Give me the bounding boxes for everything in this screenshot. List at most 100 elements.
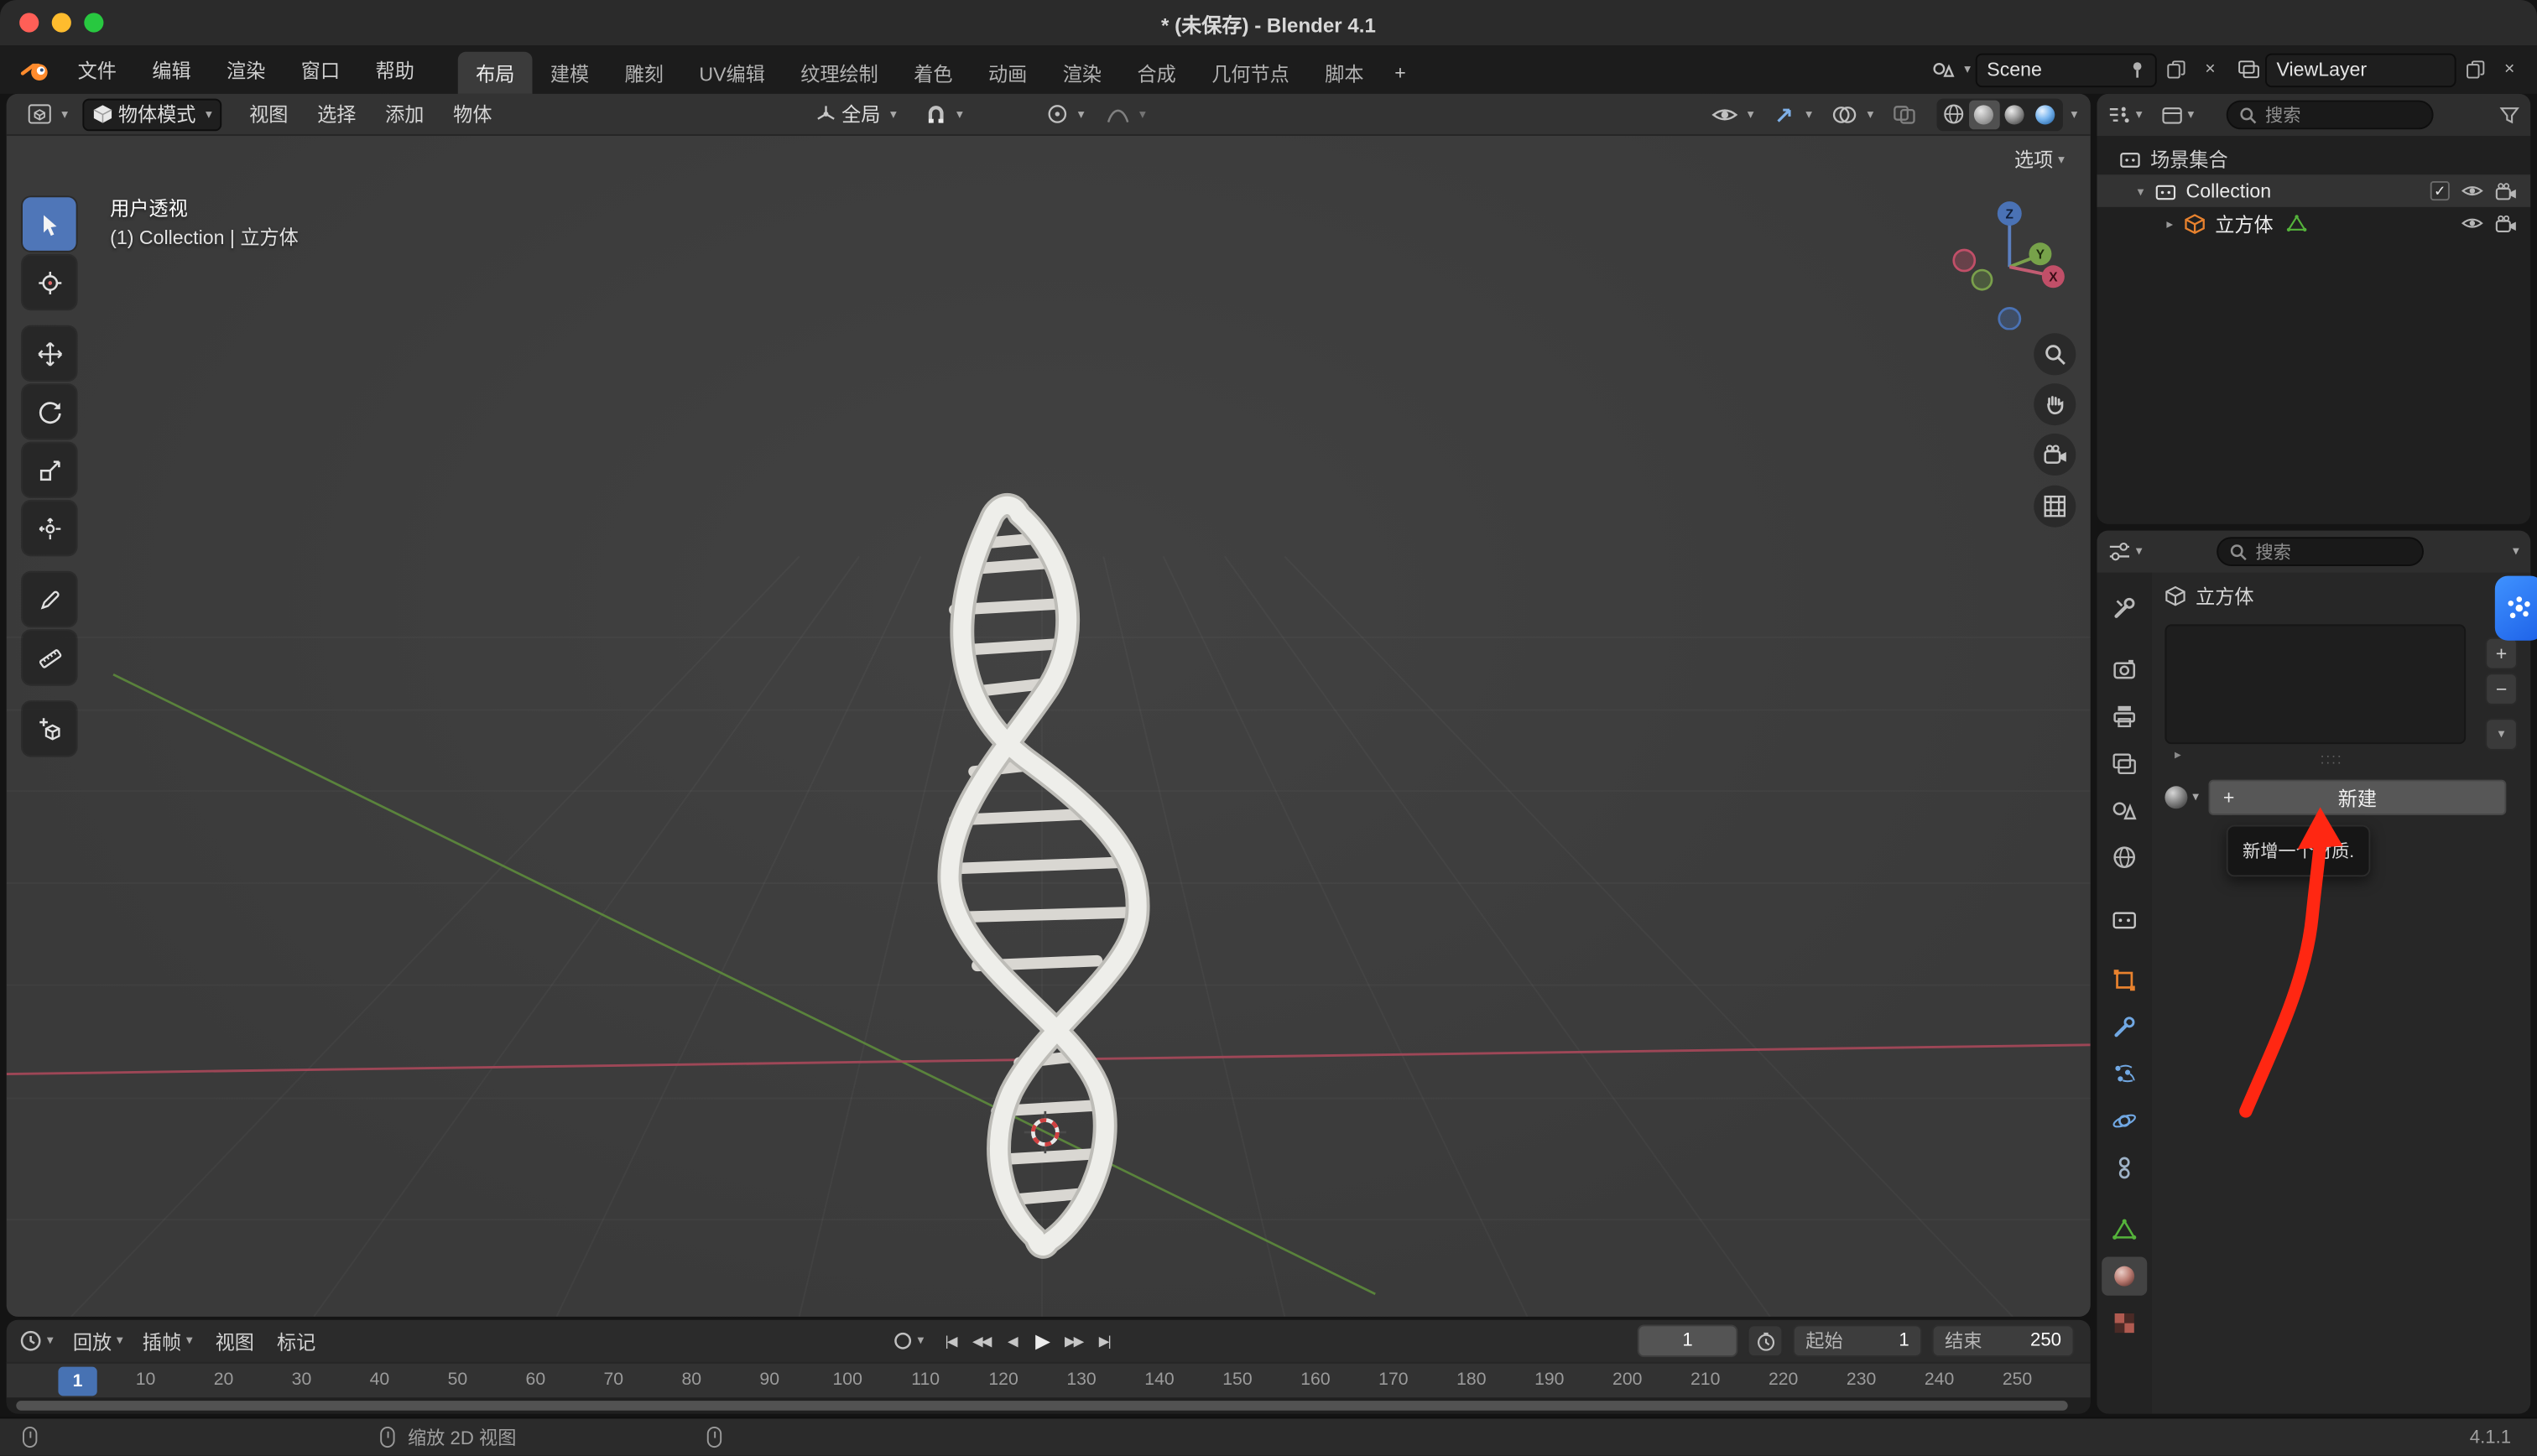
playback-menu[interactable]: 回放 bbox=[73, 1327, 123, 1355]
remove-slot-button[interactable]: − bbox=[2485, 673, 2518, 705]
material-slot-list[interactable] bbox=[2165, 624, 2466, 744]
shading-material-button[interactable] bbox=[2000, 100, 2031, 129]
tool-select-box[interactable] bbox=[23, 197, 76, 251]
axis-negz-ball[interactable] bbox=[1999, 308, 2020, 329]
shading-solid-button[interactable] bbox=[1969, 100, 2000, 129]
remove-viewlayer-button[interactable]: × bbox=[2495, 54, 2524, 86]
tab-output[interactable] bbox=[2102, 697, 2147, 736]
scene-name-field[interactable]: Scene bbox=[1976, 53, 2157, 86]
navigation-gizmo[interactable]: Z Y X bbox=[1948, 194, 2071, 330]
tool-cursor[interactable] bbox=[23, 256, 76, 309]
tool-scale[interactable] bbox=[23, 443, 76, 497]
menu-object[interactable]: 物体 bbox=[439, 101, 507, 128]
tool-annotate[interactable] bbox=[23, 573, 76, 627]
tab-object[interactable] bbox=[2102, 961, 2147, 1000]
new-material-button[interactable]: + 新建 bbox=[2209, 780, 2507, 815]
properties-options-chevron[interactable] bbox=[2513, 545, 2519, 558]
viewlayer-icon[interactable] bbox=[2237, 60, 2260, 79]
proportional-edit-dropdown[interactable] bbox=[1039, 98, 1092, 131]
tab-physics[interactable] bbox=[2102, 1101, 2147, 1140]
snap-dropdown[interactable] bbox=[918, 98, 972, 131]
add-slot-button[interactable]: + bbox=[2485, 637, 2518, 670]
tab-tool[interactable] bbox=[2102, 589, 2147, 627]
workspace-tab-9[interactable]: 几何节点 bbox=[1194, 52, 1307, 94]
xray-toggle[interactable] bbox=[1885, 98, 1924, 131]
keying-menu[interactable]: 插帧 bbox=[143, 1327, 193, 1355]
unlink-scene-button[interactable]: × bbox=[2196, 54, 2225, 86]
menu-view[interactable]: 视图 bbox=[235, 101, 303, 128]
tab-particles[interactable] bbox=[2102, 1054, 2147, 1093]
menu-help[interactable]: 帮助 bbox=[357, 45, 432, 94]
play-reverse-button[interactable]: ◀ bbox=[998, 1324, 1026, 1357]
shading-options-chevron[interactable] bbox=[2071, 107, 2078, 120]
mode-selector[interactable]: 物体模式 bbox=[82, 98, 221, 131]
marker-menu[interactable]: 标记 bbox=[277, 1327, 315, 1355]
view-menu[interactable]: 视图 bbox=[216, 1327, 254, 1355]
dna-helix-model[interactable] bbox=[873, 486, 1229, 1278]
eye-icon[interactable] bbox=[2461, 215, 2483, 231]
filter-icon[interactable] bbox=[2500, 106, 2519, 123]
end-frame-field[interactable]: 结束 250 bbox=[1932, 1324, 2075, 1357]
tab-modifiers[interactable] bbox=[2102, 1007, 2147, 1046]
workspace-tab-6[interactable]: 动画 bbox=[971, 52, 1045, 94]
use-preview-range-button[interactable] bbox=[1748, 1324, 1783, 1357]
resize-grip[interactable]: :::: bbox=[2321, 751, 2343, 767]
current-frame-field[interactable]: 1 bbox=[1638, 1324, 1738, 1357]
workspace-tab-5[interactable]: 着色 bbox=[896, 52, 971, 94]
tab-scene[interactable] bbox=[2102, 791, 2147, 829]
viewlayer-name-field[interactable]: ViewLayer bbox=[2265, 53, 2456, 86]
timeline-ruler[interactable]: 1020304050607080901001101201301401501601… bbox=[7, 1362, 2091, 1397]
pin-icon[interactable] bbox=[2129, 60, 2145, 79]
menu-window[interactable]: 窗口 bbox=[284, 45, 358, 94]
shading-wireframe-button[interactable] bbox=[1938, 100, 1969, 129]
new-scene-button[interactable] bbox=[2162, 54, 2191, 86]
shading-rendered-button[interactable] bbox=[2030, 100, 2061, 129]
timeline-scroll-track[interactable] bbox=[7, 1397, 2091, 1413]
breadcrumb-label[interactable]: 立方体 bbox=[2196, 582, 2253, 610]
jump-to-start-button[interactable]: |◀ bbox=[937, 1324, 965, 1357]
tool-add-cube[interactable] bbox=[23, 702, 76, 756]
tab-material[interactable] bbox=[2102, 1256, 2147, 1295]
properties-search-input[interactable]: 搜索 bbox=[2217, 537, 2424, 566]
add-viewlayer-button[interactable] bbox=[2461, 54, 2490, 86]
orientation-dropdown[interactable]: 全局 bbox=[808, 98, 905, 131]
axis-negy-ball[interactable] bbox=[1972, 270, 1992, 289]
zoom-window-button[interactable] bbox=[84, 13, 103, 32]
jump-to-end-button[interactable]: ▶| bbox=[1091, 1324, 1118, 1357]
add-workspace-button[interactable]: + bbox=[1382, 52, 1419, 94]
eye-icon[interactable] bbox=[2461, 183, 2483, 199]
tool-move[interactable] bbox=[23, 327, 76, 381]
outliner-editor-dropdown[interactable] bbox=[2108, 105, 2143, 124]
workspace-tab-10[interactable]: 脚本 bbox=[1307, 52, 1382, 94]
menu-edit[interactable]: 编辑 bbox=[134, 45, 209, 94]
workspace-tab-8[interactable]: 合成 bbox=[1119, 52, 1194, 94]
menu-file[interactable]: 文件 bbox=[60, 45, 134, 94]
timeline-editor-dropdown[interactable] bbox=[19, 1329, 54, 1352]
tab-collection[interactable] bbox=[2102, 899, 2147, 938]
overlays-dropdown[interactable] bbox=[1823, 98, 1881, 131]
next-keyframe-button[interactable]: ▶▶ bbox=[1060, 1324, 1087, 1357]
falloff-dropdown[interactable] bbox=[1099, 98, 1154, 131]
menu-render[interactable]: 渲染 bbox=[209, 45, 284, 94]
close-window-button[interactable] bbox=[19, 13, 39, 32]
tab-world[interactable] bbox=[2102, 838, 2147, 876]
outliner-row-cube[interactable]: ▸ 立方体 bbox=[2097, 207, 2530, 240]
scene-icon[interactable] bbox=[1932, 60, 1955, 79]
chevron-down-icon[interactable] bbox=[1964, 63, 1971, 75]
workspace-tab-4[interactable]: 纹理绘制 bbox=[783, 52, 896, 94]
tool-rotate[interactable] bbox=[23, 385, 76, 439]
axis-negx-ball[interactable] bbox=[1954, 250, 1975, 271]
camera-restrict-icon[interactable] bbox=[2495, 215, 2518, 232]
autokey-toggle[interactable] bbox=[893, 1331, 925, 1350]
viewport-3d[interactable]: 物体模式 视图 选择 添加 物体 全局 bbox=[7, 94, 2091, 1317]
toggle-ortho-button[interactable] bbox=[2034, 486, 2076, 528]
prev-keyframe-button[interactable]: ◀◀ bbox=[967, 1324, 995, 1357]
workspace-tab-0[interactable]: 布局 bbox=[458, 52, 533, 94]
tool-transform[interactable] bbox=[23, 502, 76, 555]
gizmos-dropdown[interactable] bbox=[1765, 98, 1821, 131]
minimize-window-button[interactable] bbox=[52, 13, 71, 32]
tab-texture[interactable] bbox=[2102, 1303, 2147, 1342]
play-button[interactable]: ▶ bbox=[1029, 1324, 1057, 1357]
playhead[interactable]: 1 bbox=[58, 1367, 96, 1396]
tab-object-data[interactable] bbox=[2102, 1210, 2147, 1249]
